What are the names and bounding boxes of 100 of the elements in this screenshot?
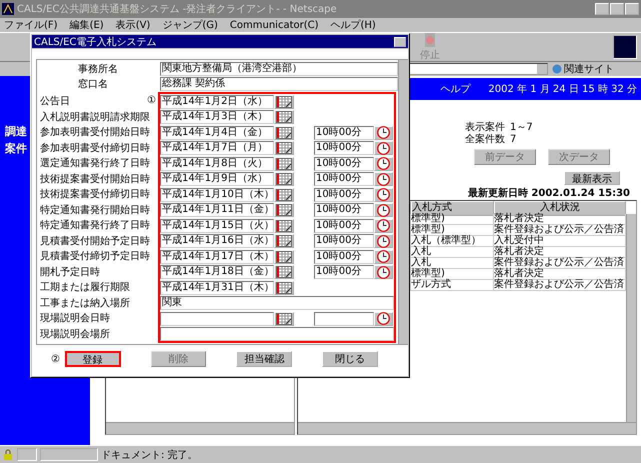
menu-item[interactable]: ヘルプ(H) <box>330 18 376 32</box>
menu-item[interactable]: ジャンプ(G) <box>162 18 218 32</box>
date-field[interactable]: 平成14年1月3日（木） <box>160 110 274 124</box>
calendar-button[interactable] <box>274 265 294 280</box>
calendar-button[interactable] <box>274 172 294 186</box>
calendar-icon <box>276 266 292 278</box>
vertical-scrollbar[interactable] <box>626 214 636 422</box>
calendar-icon <box>276 96 292 108</box>
horizontal-scrollbar[interactable] <box>298 422 636 434</box>
calendar-icon <box>276 250 292 263</box>
date-field[interactable]: 平成14年1月16日（水） <box>160 234 274 248</box>
calendar-button[interactable] <box>274 156 294 171</box>
text-field[interactable]: 関東地方整備局（港湾空港部） <box>160 62 398 76</box>
clock-icon <box>377 157 390 170</box>
field-label: 窓口名 <box>77 78 109 90</box>
time-field[interactable]: 10時00分 <box>314 250 374 264</box>
calendar-button[interactable] <box>274 218 294 233</box>
clock-icon <box>377 266 390 279</box>
dialog-button[interactable]: 登録 <box>64 351 121 367</box>
field-label: 参加表明書受付開始日時 <box>40 126 150 140</box>
calendar-button[interactable] <box>274 250 294 264</box>
date-field[interactable]: 平成14年1月2日（水） <box>160 94 274 109</box>
date-field[interactable]: 平成14年1月11日（金） <box>160 203 274 218</box>
close-button[interactable] <box>394 36 406 46</box>
clock-button[interactable] <box>374 218 393 233</box>
clock-button[interactable] <box>374 188 393 202</box>
calendar-button[interactable] <box>274 234 294 248</box>
window-title: CALS/EC公共調達共通基盤システム -発注者クライアント- - Netscape <box>17 2 337 16</box>
date-field[interactable] <box>160 312 274 326</box>
table-cell: 案件登録および公示／公告済 <box>494 225 626 236</box>
time-field[interactable]: 10時00分 <box>314 172 374 186</box>
clock-button[interactable] <box>374 250 393 264</box>
vertical-scrollbar[interactable] <box>398 60 408 344</box>
time-field[interactable]: 10時00分 <box>314 234 374 248</box>
time-field[interactable]: 10時00分 <box>314 265 374 280</box>
date-field[interactable]: 平成14年1月17日（木） <box>160 250 274 264</box>
clock-button[interactable] <box>374 156 393 171</box>
time-field[interactable]: 10時00分 <box>314 188 374 202</box>
calendar-icon <box>276 312 292 325</box>
date-field[interactable]: 平成14年1月7日（月） <box>160 141 274 156</box>
clock-button[interactable] <box>374 203 393 218</box>
table-cell: ザル方式 <box>411 280 494 291</box>
field-label: 特定通知書発行終了日時 <box>40 218 150 233</box>
dialog-button[interactable]: 閉じる <box>322 351 378 367</box>
last-updated-text: 最新更新日時 2002.01.24 15:30 <box>468 188 630 200</box>
clock-button[interactable] <box>374 265 393 280</box>
date-field[interactable]: 平成14年1月4日（金） <box>160 126 274 140</box>
clock-button[interactable] <box>374 126 393 140</box>
date-field[interactable]: 平成14年1月15日（火） <box>160 218 274 233</box>
sidebar-text: 調達 <box>5 124 27 139</box>
clock-button[interactable] <box>374 312 393 326</box>
time-field[interactable] <box>314 312 374 326</box>
date-field[interactable]: 平成14年1月8日（火） <box>160 156 274 171</box>
field-label: 工事または納入場所 <box>40 296 130 310</box>
clock-button[interactable] <box>374 172 393 186</box>
date-field[interactable]: 平成14年1月31日（木） <box>160 280 274 295</box>
menu-item[interactable]: 表示(V) <box>116 18 150 32</box>
menu-item[interactable]: ファイル(F) <box>4 18 58 32</box>
clock-icon <box>377 312 390 326</box>
calendar-button[interactable] <box>274 188 294 202</box>
calendar-icon <box>276 220 292 232</box>
field-label: 現場説明会日時 <box>40 312 110 326</box>
text-field[interactable] <box>160 327 394 342</box>
horizontal-scrollbar[interactable] <box>106 422 294 434</box>
calendar-icon <box>276 142 292 154</box>
calendar-button[interactable] <box>274 280 294 295</box>
lock-icon <box>2 448 14 460</box>
clock-button[interactable] <box>374 141 393 156</box>
field-label: 入札説明書説明請求期限 <box>40 110 150 124</box>
time-field[interactable]: 10時00分 <box>314 141 374 156</box>
dialog-title: CALS/EC電子入札システム <box>34 36 156 48</box>
menu-item[interactable]: Communicator(C) <box>230 20 319 30</box>
help-link[interactable]: ヘルプ <box>440 82 470 96</box>
menu-item[interactable]: 編集(E) <box>70 18 104 32</box>
calendar-button[interactable] <box>274 312 294 326</box>
dialog-button[interactable]: 担当確認 <box>236 351 292 367</box>
time-field[interactable]: 10時00分 <box>314 156 374 171</box>
calendar-button[interactable] <box>274 141 294 156</box>
calendar-icon <box>276 111 292 124</box>
related-sites-button[interactable]: 関連サイト <box>552 62 614 76</box>
clock-button[interactable] <box>374 234 393 248</box>
calendar-button[interactable] <box>274 110 294 124</box>
calendar-button[interactable] <box>274 126 294 140</box>
time-field[interactable]: 10時00分 <box>314 203 374 218</box>
field-label: 開札予定日時 <box>40 266 100 280</box>
text-field[interactable]: 関東 <box>160 296 394 310</box>
date-field[interactable]: 平成14年1月9日（水） <box>160 172 274 186</box>
field-label: 見積書受付開始予定日時 <box>40 234 150 248</box>
date-field[interactable]: 平成14年1月10日（木） <box>160 188 274 202</box>
calendar-button[interactable] <box>274 94 294 109</box>
date-field[interactable]: 平成14年1月18日（金） <box>160 265 274 280</box>
table-cell: 入札 <box>411 247 494 258</box>
field-label: 公告日 <box>40 94 70 109</box>
time-field[interactable]: 10時00分 <box>314 218 374 233</box>
clock-icon <box>377 188 390 202</box>
calendar-button[interactable] <box>274 203 294 218</box>
refresh-button[interactable]: 最新表示 <box>564 171 620 185</box>
time-field[interactable]: 10時00分 <box>314 126 374 140</box>
text-field[interactable]: 総務課 契約係 <box>160 76 398 90</box>
table-cell: 標準型) <box>411 225 494 236</box>
